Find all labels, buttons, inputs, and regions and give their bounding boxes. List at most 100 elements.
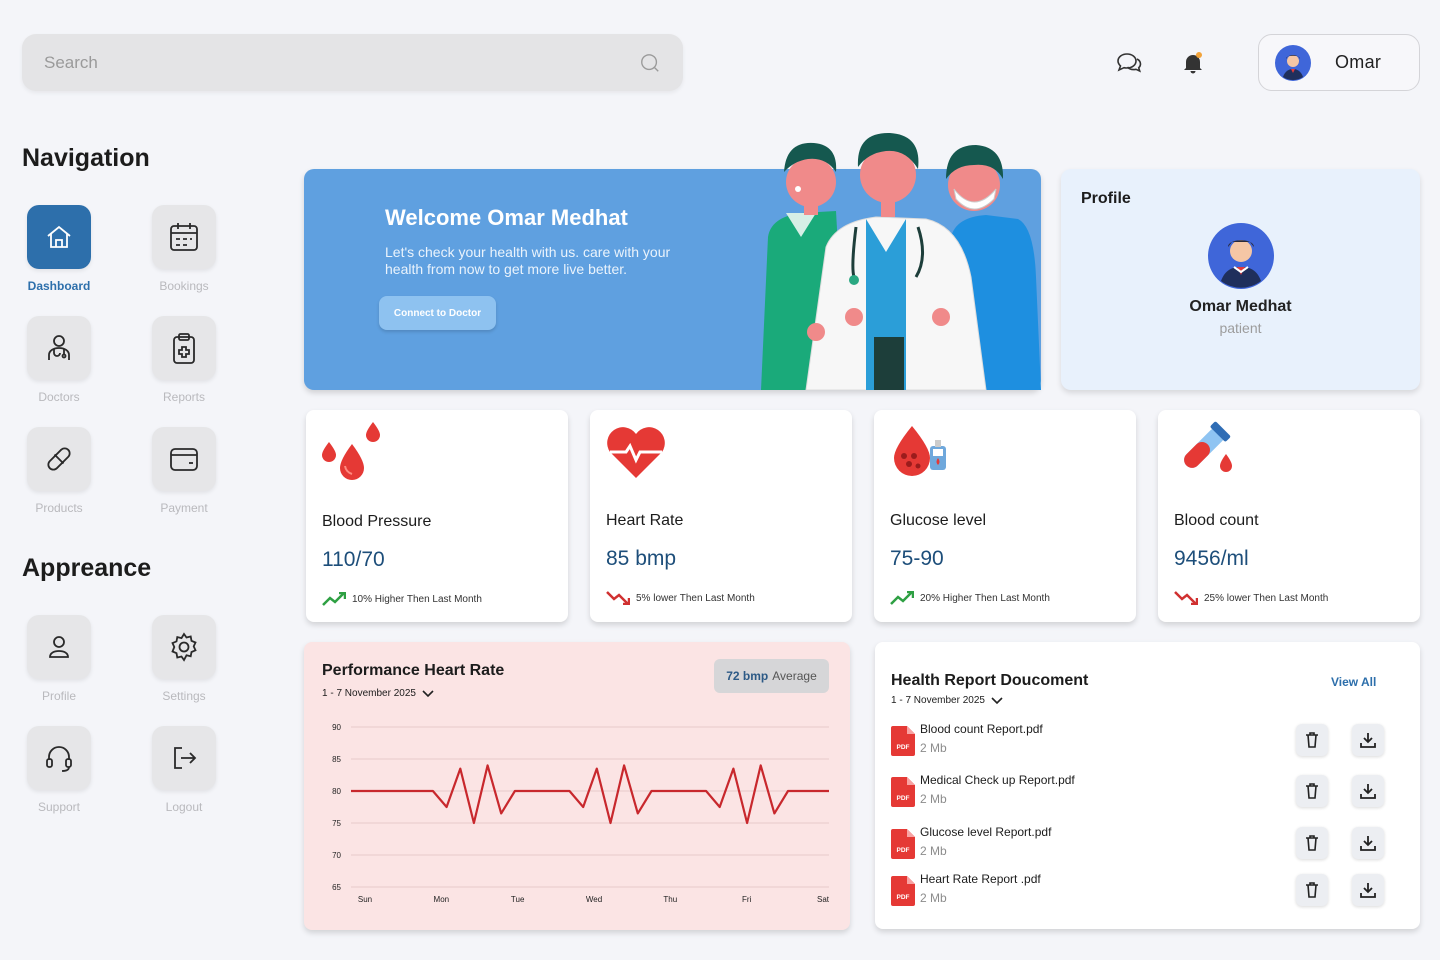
sidebar-item-label: Profile <box>41 689 76 703</box>
user-name: Omar <box>1335 52 1382 72</box>
date-range-label: 1 - 7 November 2025 <box>891 695 985 706</box>
trend-up-icon <box>890 591 914 605</box>
sidebar-item-reports[interactable]: Reports <box>134 316 234 404</box>
download-icon <box>1360 836 1376 851</box>
metric-name: Glucose level <box>890 512 987 529</box>
chart-title: Performance Heart Rate <box>322 662 505 679</box>
welcome-banner: Welcome Omar Medhat Let's check your hea… <box>304 132 1041 390</box>
sidebar-item-label: Settings <box>162 689 206 703</box>
sidebar-item-label: Support <box>37 800 81 814</box>
metric-value: 75-90 <box>890 547 944 570</box>
user-icon <box>49 636 69 658</box>
search-bar[interactable] <box>22 34 683 91</box>
appearance-title: Appreance <box>22 554 152 582</box>
sidebar-item-label: Logout <box>165 800 203 814</box>
download-button[interactable] <box>1352 724 1384 756</box>
view-all-link[interactable]: View All <box>1331 675 1376 689</box>
pill-icon <box>47 447 71 471</box>
reports-title: Health Report Doucoment <box>891 672 1089 689</box>
sidebar-item-label: Payment <box>160 501 208 515</box>
trend-indicator: 10% Higher Then Last Month <box>322 592 482 606</box>
trash-icon <box>1306 835 1318 851</box>
sidebar-item-logout[interactable]: Logout <box>134 726 234 814</box>
welcome-title: Welcome Omar Medhat <box>385 205 628 230</box>
y-tick-label: 85 <box>332 755 341 764</box>
trend-down-icon <box>606 591 630 605</box>
profile-name: Omar Medhat <box>1189 298 1292 315</box>
search-icon[interactable] <box>639 52 661 74</box>
welcome-message: Let's check your health with us. care wi… <box>385 244 671 277</box>
avatar <box>1275 44 1311 81</box>
doctor-icon <box>48 335 70 360</box>
sidebar-item-bookings[interactable]: Bookings <box>134 205 234 293</box>
connect-to-doctor-button[interactable]: Connect to Doctor <box>379 296 496 330</box>
date-range-dropdown[interactable]: 1 - 7 November 2025 <box>322 688 434 699</box>
delete-button[interactable] <box>1296 724 1328 756</box>
date-range-label: 1 - 7 November 2025 <box>322 688 416 699</box>
heart-pulse-icon <box>607 427 665 478</box>
file-size: 2 Mb <box>920 792 947 806</box>
y-tick-label: 90 <box>332 723 341 732</box>
notification-bell-icon[interactable] <box>1178 48 1208 78</box>
pdf-badge-label: PDF <box>897 894 910 901</box>
trend-indicator: 5% lower Then Last Month <box>606 591 755 605</box>
health-reports-card: Health Report Doucoment 1 - 7 November 2… <box>875 642 1420 929</box>
x-tick-label: Sat <box>817 895 830 904</box>
delete-button[interactable] <box>1296 827 1328 859</box>
search-input[interactable] <box>44 52 639 73</box>
chat-icon[interactable] <box>1114 48 1144 78</box>
sidebar-item-payment[interactable]: Payment <box>134 427 234 515</box>
average-label: Average <box>772 669 817 683</box>
download-icon <box>1360 784 1376 799</box>
metric-value: 9456/ml <box>1174 547 1249 570</box>
profile-card: Profile Omar Medhat patient <box>1061 169 1420 390</box>
sidebar-item-label: Bookings <box>159 279 209 293</box>
profile-avatar <box>1208 223 1274 289</box>
download-button[interactable] <box>1352 874 1384 906</box>
x-tick-label: Wed <box>586 895 602 904</box>
heart-rate-series-line <box>351 764 829 825</box>
download-button[interactable] <box>1352 775 1384 807</box>
sidebar-item-label: Dashboard <box>27 279 91 293</box>
download-button[interactable] <box>1352 827 1384 859</box>
clipboard-icon <box>173 333 195 364</box>
delete-button[interactable] <box>1296 775 1328 807</box>
pdf-file-icon: PDF <box>891 829 915 859</box>
average-value: 72 bmp <box>726 669 769 683</box>
file-size: 2 Mb <box>920 844 947 858</box>
sidebar-item-dashboard[interactable]: Dashboard <box>9 205 109 293</box>
user-menu[interactable]: Omar <box>1258 34 1420 91</box>
x-tick-label: Mon <box>434 895 450 904</box>
chevron-down-icon <box>991 696 1003 704</box>
sidebar-item-profile[interactable]: Profile <box>9 615 109 703</box>
pdf-file-icon: PDF <box>891 777 915 807</box>
delete-button[interactable] <box>1296 874 1328 906</box>
pdf-badge-label: PDF <box>897 847 910 854</box>
trash-icon <box>1306 732 1318 748</box>
file-size: 2 Mb <box>920 891 947 905</box>
file-name: Blood count Report.pdf <box>920 722 1043 736</box>
heart-rate-line-chart: 90 85 80 75 70 65 Sun Mon Tue Wed Thu Fri Sat <box>332 723 830 904</box>
home-icon <box>47 225 71 248</box>
trend-text: 20% Higher Then Last Month <box>920 592 1050 604</box>
sidebar-item-products[interactable]: Products <box>9 427 109 515</box>
average-badge: 72 bmp Average <box>714 659 829 693</box>
sidebar-item-settings[interactable]: Settings <box>134 615 234 703</box>
sidebar-item-support[interactable]: Support <box>9 726 109 814</box>
pdf-file-icon: PDF <box>891 726 915 756</box>
metric-value: 110/70 <box>322 548 385 571</box>
sidebar-item-label: Doctors <box>38 390 80 404</box>
profile-role: patient <box>1219 320 1262 336</box>
doctors-illustration <box>761 132 1041 390</box>
sidebar-item-doctors[interactable]: Doctors <box>9 316 109 404</box>
report-row: PDF Heart Rate Report .pdf 2 Mb <box>891 872 1391 912</box>
glucose-meter-icon <box>894 426 946 476</box>
metric-card-blood-pressure: Blood Pressure 110/70 10% Higher Then La… <box>306 410 568 622</box>
pdf-badge-label: PDF <box>897 744 910 751</box>
metric-name: Blood Pressure <box>322 513 432 530</box>
performance-chart-card: Performance Heart Rate 1 - 7 November 20… <box>304 642 850 930</box>
sidebar-item-label: Reports <box>162 390 206 404</box>
download-icon <box>1360 883 1376 898</box>
date-range-dropdown[interactable]: 1 - 7 November 2025 <box>891 695 1003 706</box>
file-size: 2 Mb <box>920 741 947 755</box>
